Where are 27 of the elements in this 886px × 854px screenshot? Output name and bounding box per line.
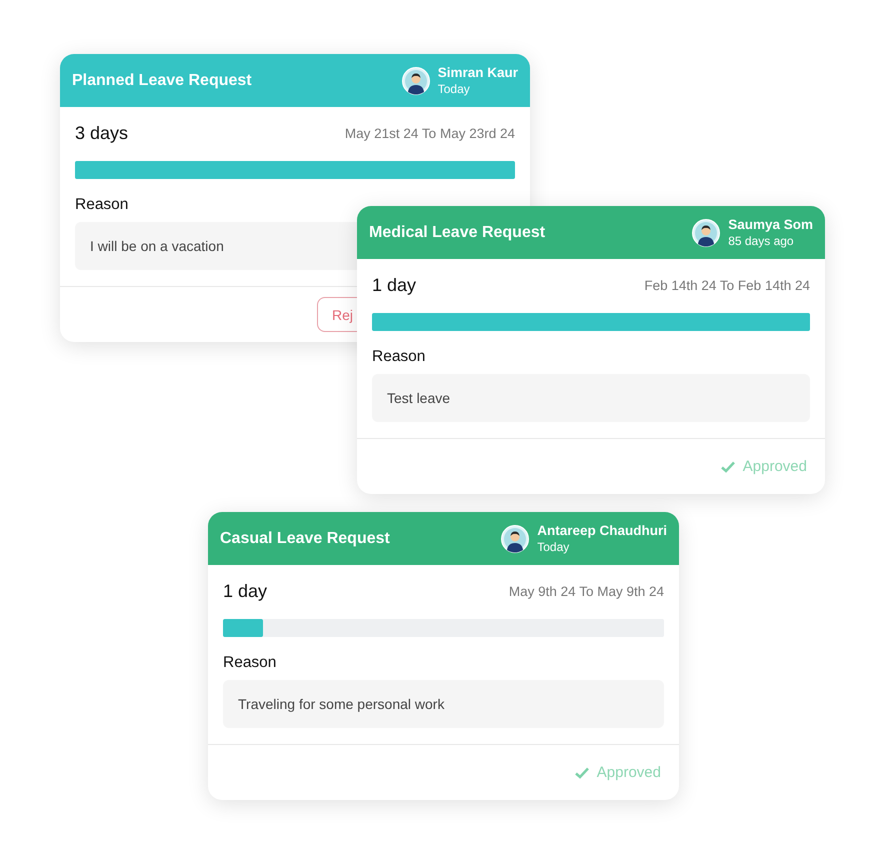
request-time: 85 days ago: [728, 234, 795, 248]
reason-text: Traveling for some personal work: [223, 680, 664, 728]
user-name: Simran Kaur: [438, 65, 518, 80]
check-icon: [720, 460, 735, 472]
leave-duration: 1 day: [223, 581, 268, 602]
request-time: Today: [537, 540, 570, 554]
avatar-icon: [402, 66, 430, 94]
user-name: Antareep Chaudhuri: [537, 523, 667, 538]
approved-status: Approved: [742, 458, 807, 475]
avatar-icon: [501, 524, 530, 552]
leave-duration: 1 day: [372, 275, 416, 296]
date-range: May 9th 24 To May 9th 24: [508, 584, 664, 599]
card-title: Casual Leave Request: [220, 530, 390, 548]
request-time: Today: [438, 82, 471, 96]
reject-button[interactable]: Rej: [317, 297, 357, 332]
reason-text: Test leave: [372, 374, 810, 422]
card-title: Planned Leave Request: [72, 72, 252, 90]
leave-duration: 3 days: [75, 123, 128, 144]
reason-label: Reason: [372, 348, 426, 366]
user-name: Saumya Som: [728, 217, 813, 232]
check-icon: [574, 766, 589, 778]
avatar-icon: [692, 218, 720, 246]
date-range: Feb 14th 24 To Feb 14th 24: [644, 278, 810, 293]
reason-label: Reason: [75, 196, 130, 214]
date-range: May 21st 24 To May 23rd 24: [344, 126, 515, 141]
approved-status: Approved: [596, 764, 661, 781]
reason-label: Reason: [223, 654, 278, 672]
